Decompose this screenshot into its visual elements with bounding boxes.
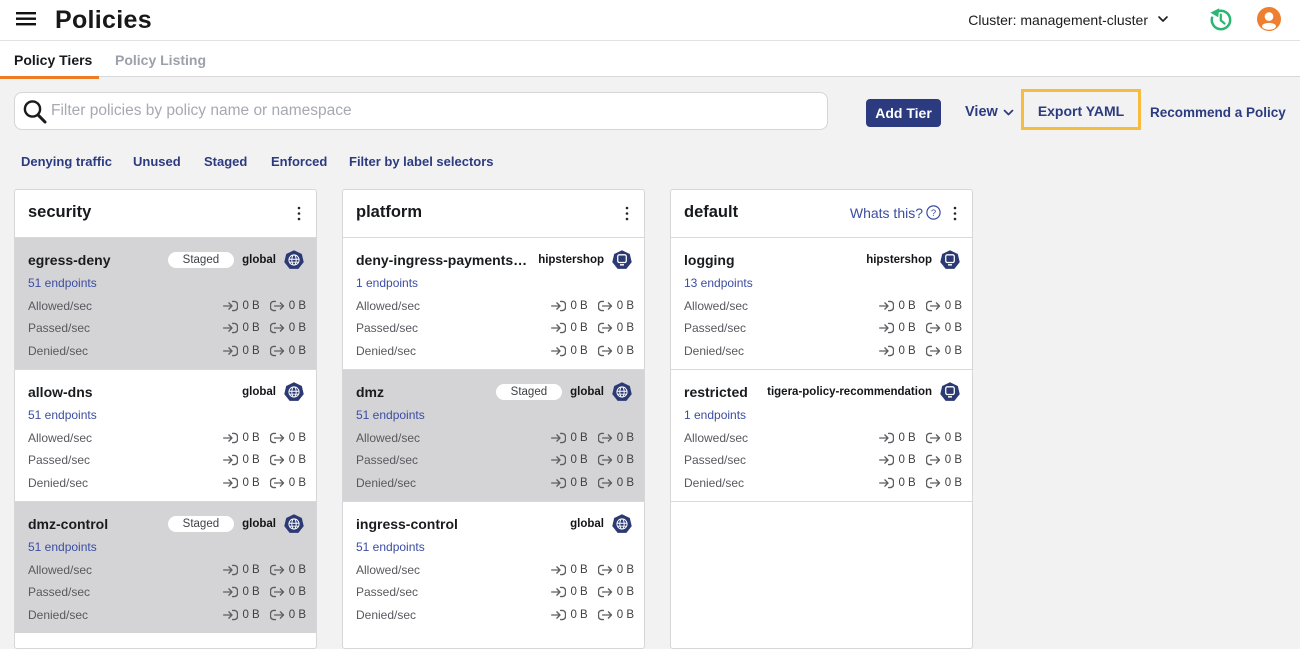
svg-text:?: ?: [931, 208, 936, 219]
